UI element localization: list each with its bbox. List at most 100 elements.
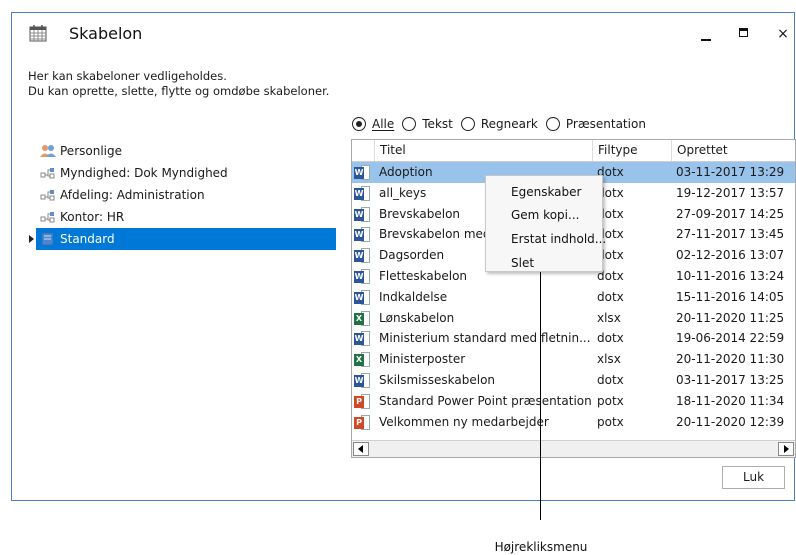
word-file-icon: W — [354, 372, 371, 389]
cell-titel: Indkaldelse — [379, 289, 448, 304]
table-row[interactable]: W Indkaldelse dotx 15-11-2016 14:05 — [352, 287, 795, 308]
word-file-icon: W — [354, 330, 371, 347]
cell-filtype: potx — [597, 414, 624, 429]
file-type-filter: Alle Tekst Regneark Præsentation — [352, 114, 654, 134]
radio-regneark[interactable]: Regneark — [460, 117, 538, 131]
luk-button[interactable]: Luk — [722, 466, 785, 489]
table-header: Titel Filtype Oprettet — [352, 140, 795, 162]
radio-praesentation[interactable]: Præsentation — [545, 117, 646, 131]
tree-item-label: Personlige — [60, 144, 122, 158]
close-icon: × — [777, 26, 789, 42]
org-icon — [40, 168, 55, 179]
menu-item-slet[interactable]: Slet — [511, 256, 534, 270]
cell-filtype: dotx — [597, 373, 624, 387]
cell-titel: Ministerposter — [379, 352, 466, 367]
scroll-right-button[interactable] — [778, 442, 794, 456]
radio-icon — [402, 117, 417, 131]
radio-tekst[interactable]: Tekst — [402, 117, 453, 131]
word-file-icon: W — [354, 206, 371, 223]
cell-titel: Velkommen ny medarbejder — [379, 414, 549, 429]
ppt-file-icon: P — [354, 393, 371, 410]
template-tree: Personlige Myndighed: Dok Myndighed Afde… — [29, 140, 336, 250]
arrow-right-icon — [784, 445, 789, 453]
cell-filtype: dotx — [597, 206, 624, 221]
tree-item-label: Standard — [60, 232, 115, 246]
table-row[interactable]: W Ministerium standard med fletnin... dotx… — [352, 328, 795, 349]
ppt-file-icon: P — [354, 414, 371, 431]
description-line-1: Her kan skabeloner vedligeholdes. — [28, 69, 227, 83]
tree-item-afdeling[interactable]: Afdeling: Administration — [36, 184, 336, 206]
cell-filtype: dotx — [597, 289, 624, 304]
radio-label: Alle — [372, 117, 395, 131]
cell-oprettet: 19-12-2017 13:57 — [676, 185, 785, 200]
cell-oprettet: 03-11-2017 13:29 — [676, 165, 785, 179]
tree-item-myndighed[interactable]: Myndighed: Dok Myndighed — [36, 162, 336, 184]
cell-oprettet: 02-12-2016 13:07 — [676, 248, 785, 263]
cell-oprettet: 20-11-2020 12:39 — [676, 414, 785, 429]
radio-alle[interactable]: Alle — [352, 117, 394, 131]
tree-item-personlige[interactable]: Personlige — [36, 140, 336, 162]
word-file-icon: W — [354, 226, 371, 243]
word-file-icon: W — [354, 185, 371, 202]
cell-filtype: potx — [597, 393, 624, 408]
org-icon — [40, 190, 55, 201]
horizontal-scrollbar[interactable] — [352, 440, 795, 457]
expand-arrow-icon[interactable] — [29, 235, 34, 243]
maximize-icon — [739, 28, 748, 37]
people-icon — [40, 145, 56, 157]
cell-titel: Lønskabelon — [379, 310, 455, 325]
header-filtype[interactable]: Filtype — [592, 140, 671, 161]
cell-oprettet: 15-11-2016 14:05 — [676, 289, 785, 304]
menu-item-egenskaber[interactable]: Egenskaber — [511, 185, 581, 199]
cell-filtype: dotx — [597, 248, 624, 263]
cell-titel: Standard Power Point præsentation — [379, 393, 592, 408]
dialog-window: Skabelon × Her kan skabeloner vedligehol… — [11, 12, 796, 501]
header-oprettet[interactable]: Oprettet — [671, 140, 795, 161]
radio-icon — [545, 117, 560, 131]
cell-oprettet: 27-11-2017 13:45 — [676, 227, 785, 242]
cell-filtype: xlsx — [597, 352, 621, 367]
cell-oprettet: 10-11-2016 13:24 — [676, 269, 785, 283]
cell-filtype: dotx — [597, 165, 624, 179]
menu-item-erstat-indhold[interactable]: Erstat indhold... — [511, 232, 606, 246]
minimize-icon — [701, 39, 711, 41]
tree-item-kontor[interactable]: Kontor: HR — [36, 206, 336, 228]
tree-item-standard[interactable]: Standard — [29, 228, 336, 250]
org-icon — [40, 212, 55, 223]
context-menu: Egenskaber Gem kopi... Erstat indhold...… — [485, 175, 606, 272]
scroll-left-button[interactable] — [353, 442, 369, 456]
table-row[interactable]: X Lønskabelon xlsx 20-11-2020 11:25 — [352, 308, 795, 329]
tree-item-label: Myndighed: Dok Myndighed — [60, 166, 228, 180]
header-titel[interactable]: Titel — [374, 140, 592, 161]
radio-label: Tekst — [422, 117, 453, 131]
calendar-grid-icon — [29, 25, 47, 42]
callout-line — [540, 272, 541, 520]
menu-item-gem-kopi[interactable]: Gem kopi... — [511, 208, 579, 222]
word-file-icon: W — [354, 247, 371, 264]
excel-file-icon: X — [354, 310, 371, 327]
cell-oprettet: 03-11-2017 13:25 — [676, 373, 785, 387]
cell-filtype: dotx — [597, 331, 624, 346]
maximize-button[interactable] — [731, 21, 759, 47]
tree-item-label: Kontor: HR — [60, 210, 125, 224]
table-row[interactable]: W Skilsmisseskabelon dotx 03-11-2017 13:25 — [352, 370, 795, 391]
table-row[interactable]: P Velkommen ny medarbejder potx 20-11-2020 … — [352, 412, 795, 433]
callout-label: Højrekliksmenu — [494, 540, 588, 554]
arrow-left-icon — [358, 445, 363, 453]
radio-icon — [460, 117, 475, 131]
close-button[interactable]: × — [769, 21, 796, 47]
table-row[interactable]: P Standard Power Point præsentation potx 18… — [352, 391, 795, 412]
cell-oprettet: 18-11-2020 11:34 — [676, 393, 785, 408]
cell-oprettet: 20-11-2020 11:25 — [676, 310, 785, 325]
header-icon-column — [352, 140, 374, 161]
excel-file-icon: X — [354, 351, 371, 368]
cell-titel: Ministerium standard med fletnin... — [379, 331, 591, 346]
radio-label: Præsentation — [565, 117, 646, 131]
cell-oprettet: 20-11-2020 11:30 — [676, 352, 785, 367]
word-file-icon: W — [354, 268, 371, 285]
table-row[interactable]: X Ministerposter xlsx 20-11-2020 11:30 — [352, 349, 795, 370]
title-bar: Skabelon × — [12, 13, 794, 55]
cell-filtype: dotx — [597, 185, 624, 200]
minimize-button[interactable] — [692, 21, 720, 47]
cell-oprettet: 27-09-2017 14:25 — [676, 206, 785, 221]
